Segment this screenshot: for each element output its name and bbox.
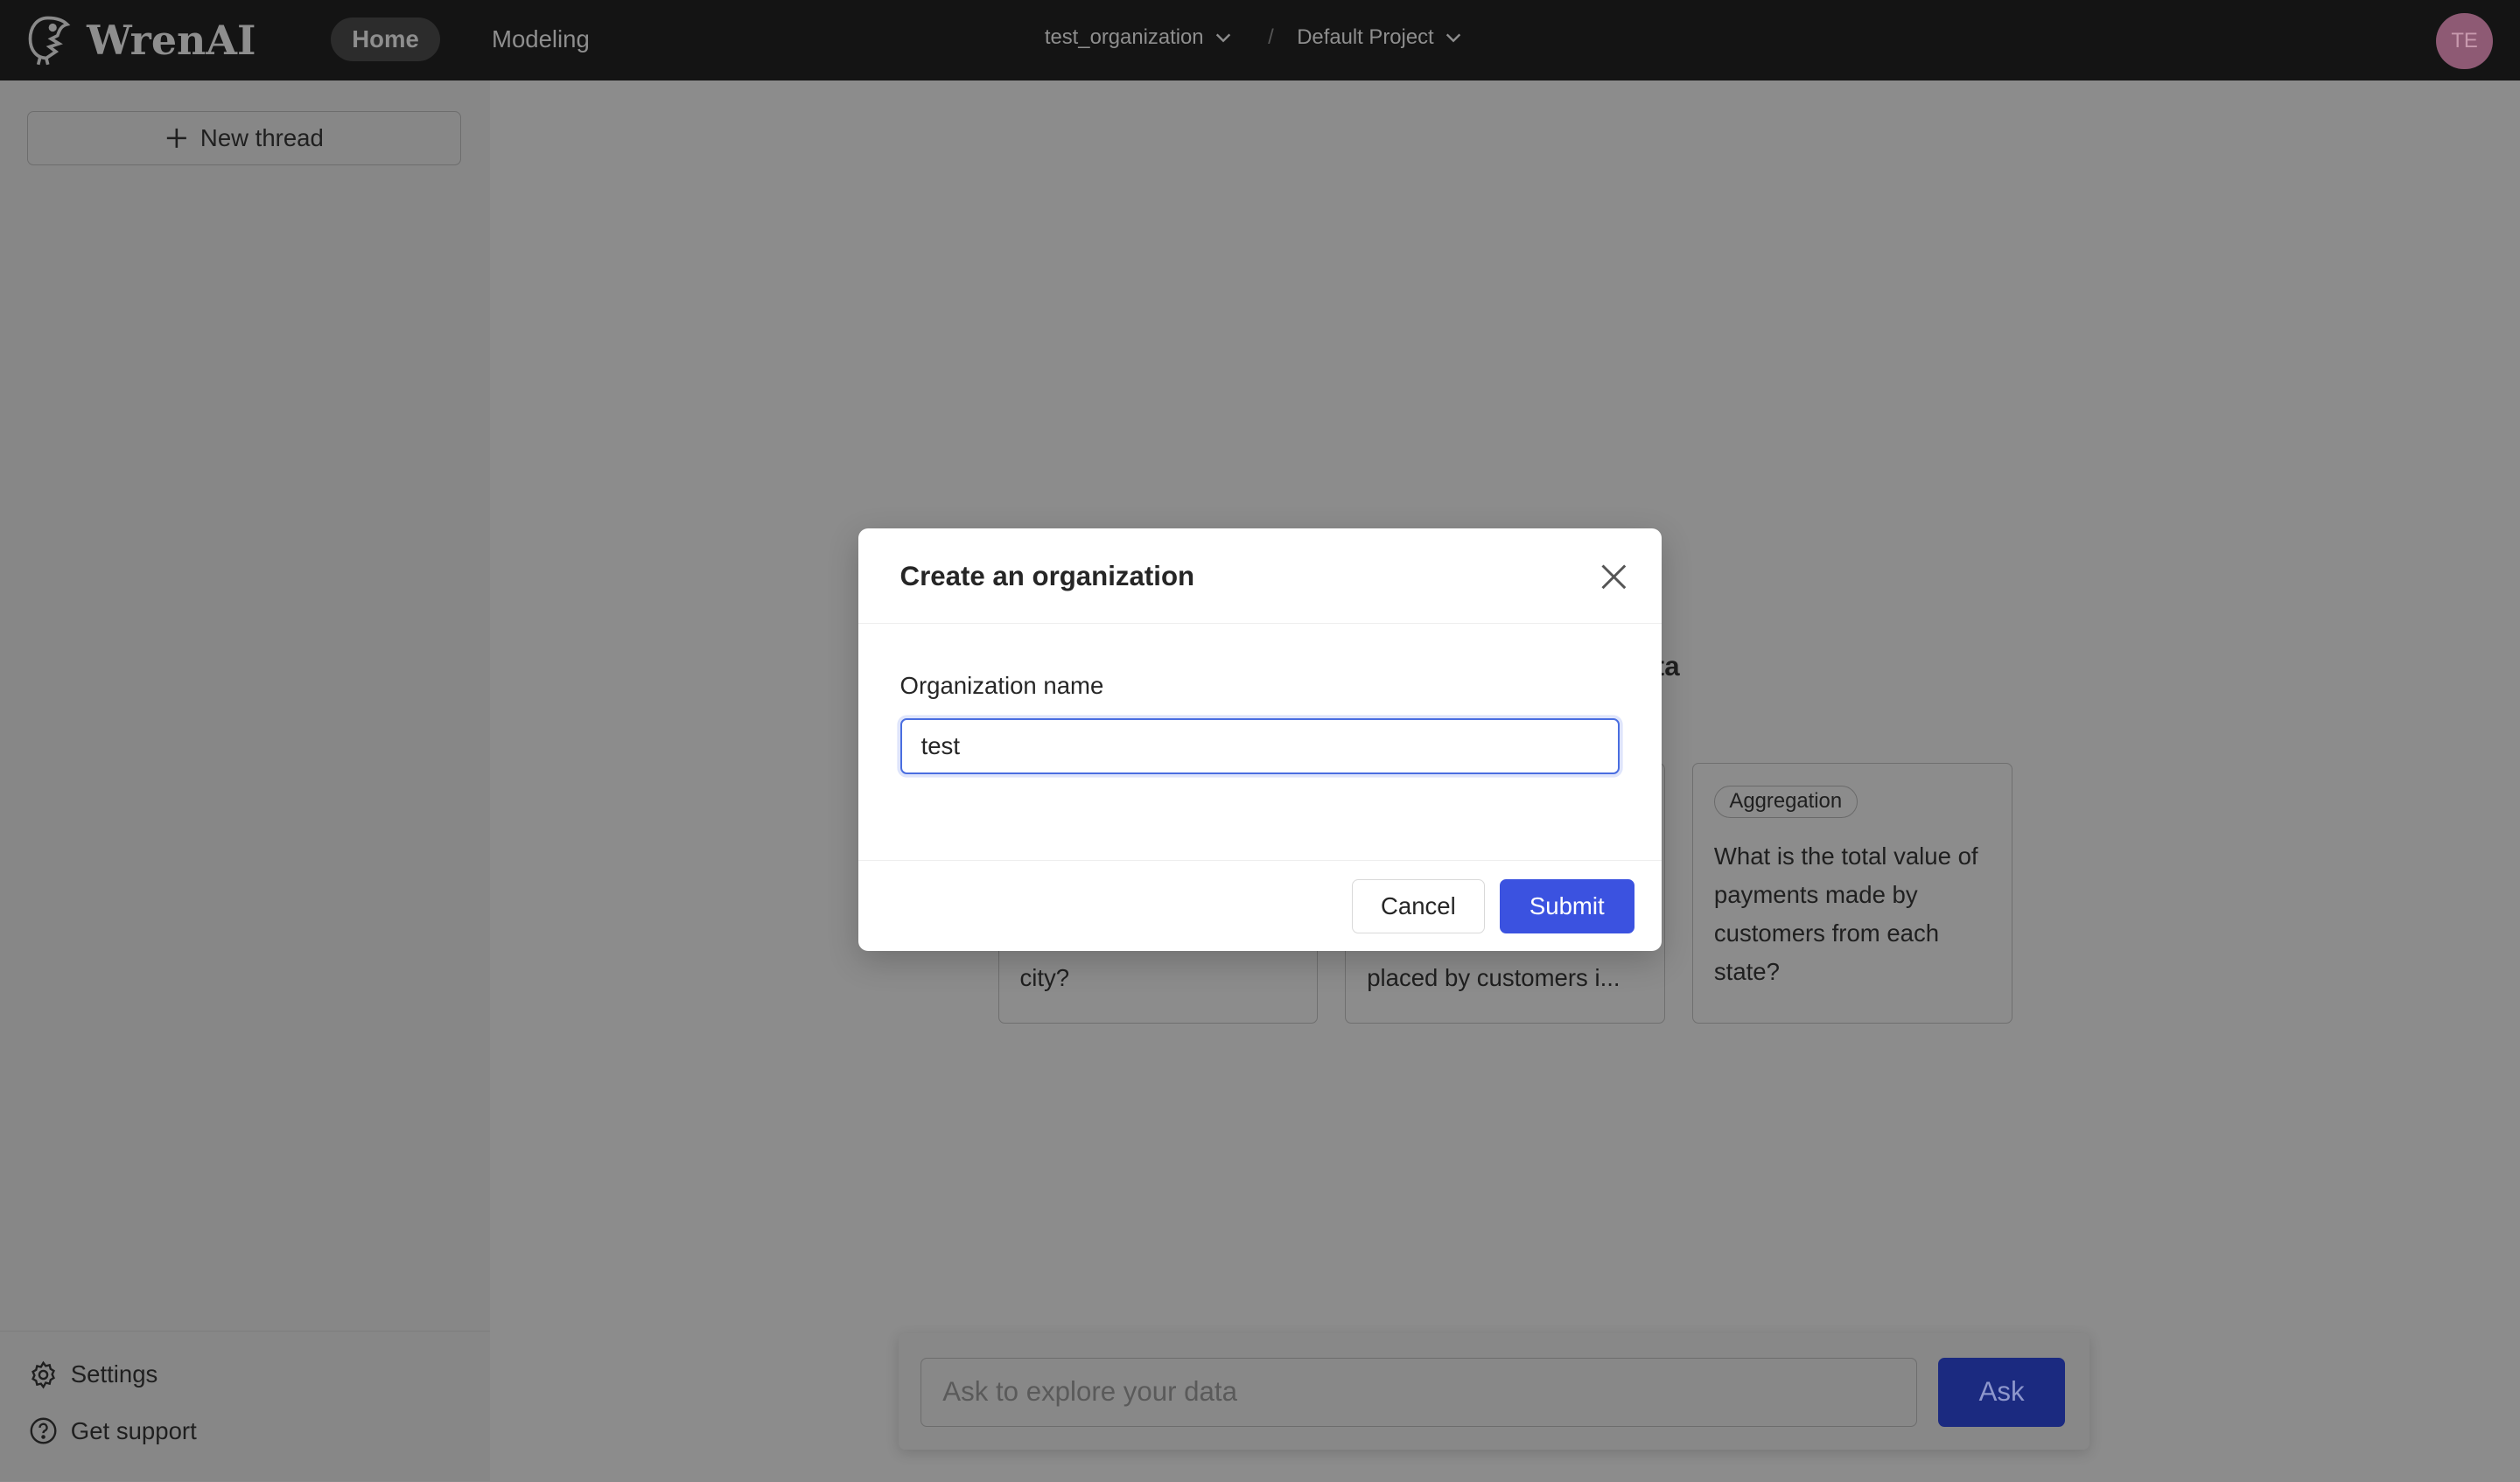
category-tag: Aggregation: [1713, 785, 1858, 818]
project-selector[interactable]: Default Project: [1297, 25, 1463, 50]
app: WrenAI Home Modeling test_organization /…: [0, 0, 2520, 1482]
card-text: city?: [1019, 963, 1070, 991]
sidebar-footer: Settings Get support: [0, 1330, 491, 1444]
brand-name: WrenAI: [87, 16, 256, 64]
nav-modeling[interactable]: Modeling: [471, 17, 611, 61]
breadcrumb-separator: /: [1268, 25, 1274, 50]
support-label: Get support: [70, 1416, 197, 1444]
sidebar: New thread Settings Get support: [0, 80, 491, 1482]
card-text: What is the total value of payments made…: [1713, 842, 1978, 986]
top-bar: WrenAI Home Modeling test_organization /…: [0, 0, 2520, 80]
suggestion-card[interactable]: Aggregation What is the total value of p…: [1692, 763, 2012, 1024]
organization-selector[interactable]: test_organization: [1045, 25, 1233, 50]
wren-bird-icon: [29, 16, 71, 65]
logo[interactable]: WrenAI: [25, 13, 256, 67]
ask-bar: Ask: [898, 1333, 2090, 1450]
close-icon[interactable]: [1598, 561, 1630, 593]
cancel-button[interactable]: Cancel: [1351, 878, 1486, 934]
question-circle-icon: [30, 1417, 57, 1444]
submit-button[interactable]: Submit: [1499, 878, 1634, 934]
modal-footer-divider: [858, 859, 1662, 861]
card-text: placed by customers i...: [1367, 963, 1620, 991]
new-thread-button[interactable]: New thread: [27, 110, 462, 166]
sidebar-item-support[interactable]: Get support: [29, 1416, 197, 1445]
plus-icon: [166, 128, 186, 148]
sidebar-item-settings[interactable]: Settings: [29, 1360, 158, 1389]
new-thread-label: New thread: [200, 123, 324, 151]
organization-name: test_organization: [1044, 25, 1204, 50]
create-organization-modal: Create an organization Organization name…: [858, 528, 1662, 952]
organization-name-input[interactable]: [900, 717, 1620, 775]
chevron-down-icon: [1446, 33, 1460, 43]
nav-home[interactable]: Home: [331, 17, 440, 61]
project-name: Default Project: [1297, 25, 1434, 50]
avatar[interactable]: TE: [2436, 12, 2493, 69]
gear-icon: [32, 1360, 56, 1389]
modal-header: Create an organization: [858, 528, 1662, 624]
modal-title: Create an organization: [900, 560, 1195, 591]
ask-input[interactable]: [920, 1358, 1918, 1427]
organization-name-label: Organization name: [900, 671, 1104, 699]
settings-label: Settings: [70, 1360, 158, 1388]
ask-button[interactable]: Ask: [1938, 1358, 2066, 1427]
chevron-down-icon: [1215, 33, 1230, 43]
